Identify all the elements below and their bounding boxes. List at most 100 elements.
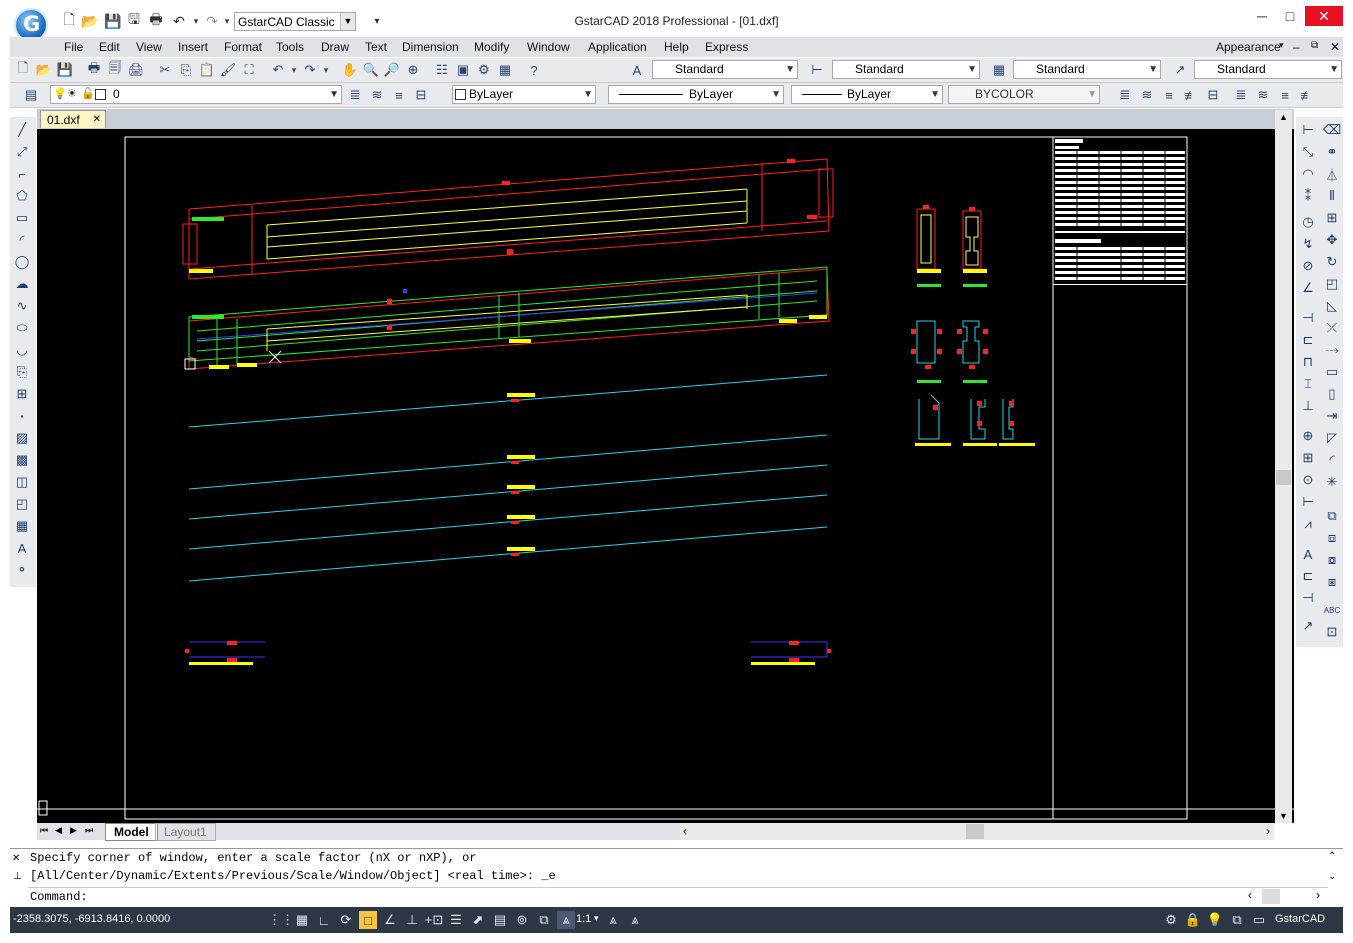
rotate-icon[interactable]: ↻: [1323, 253, 1341, 271]
add-selected-icon[interactable]: ⚬: [13, 561, 31, 579]
erase-icon[interactable]: ⌫: [1323, 121, 1341, 139]
scale-icon[interactable]: ◰: [1323, 275, 1341, 293]
leader-icon[interactable]: ↗: [1299, 617, 1317, 635]
text-style-select[interactable]: Standard ▼: [652, 60, 798, 79]
copy-icon[interactable]: ⎘: [177, 61, 195, 79]
menu-file[interactable]: File: [64, 40, 83, 54]
ellipse-icon[interactable]: ⬭: [13, 319, 31, 337]
last-layout-icon[interactable]: ⏭: [85, 825, 93, 836]
coordinates-display[interactable]: -2358.3075, -6913.8416, 0.0000: [13, 913, 170, 925]
layer-match-icon[interactable]: ≣: [1232, 86, 1250, 104]
layer-change-icon[interactable]: ≋: [1254, 86, 1272, 104]
spline-icon[interactable]: ∿: [13, 297, 31, 315]
menu-express[interactable]: Express: [705, 40, 748, 54]
dimension-text-edit-icon[interactable]: A: [1299, 545, 1317, 563]
stretch-icon[interactable]: ◺: [1323, 297, 1341, 315]
zoom-previous-icon[interactable]: ⊕: [404, 61, 422, 79]
annotation-scale-dropdown-icon[interactable]: ▾: [594, 913, 599, 924]
model-space-icon[interactable]: ⧉: [535, 911, 553, 929]
command-scroll-up-icon[interactable]: ⌃: [1328, 851, 1336, 862]
dim-style-select[interactable]: Standard ▼: [832, 60, 980, 79]
command-scroll-down-icon[interactable]: ⌄: [1328, 871, 1336, 882]
grid-display-icon[interactable]: ▦: [293, 911, 311, 929]
appearance-menu[interactable]: Appearance: [1216, 40, 1281, 54]
rectangle-icon[interactable]: ▭: [13, 209, 31, 227]
dimension-style-icon[interactable]: ⊣: [1299, 589, 1317, 607]
draw-order-icon[interactable]: ⧉: [1323, 507, 1341, 525]
clean-screen-icon[interactable]: ▭: [1250, 911, 1268, 929]
vertical-scrollbar[interactable]: ▲ ▼: [1275, 110, 1292, 823]
selection-cycling-icon[interactable]: ⊚: [513, 911, 531, 929]
help-icon[interactable]: ?: [525, 61, 543, 79]
first-layout-icon[interactable]: ⏮: [40, 825, 48, 836]
next-layout-icon[interactable]: ▶: [70, 825, 77, 836]
arc-icon[interactable]: ◜: [13, 231, 31, 249]
table-style-select[interactable]: Standard ▼: [1013, 60, 1161, 79]
scroll-right-icon[interactable]: ›: [1266, 824, 1270, 838]
annotation-scale-icon[interactable]: ⩓: [557, 911, 575, 929]
menu-edit[interactable]: Edit: [99, 40, 120, 54]
jogged-linear-icon[interactable]: ⊢: [1299, 493, 1317, 511]
object-snap-icon[interactable]: □: [359, 911, 377, 929]
transparency-icon[interactable]: ⬈: [469, 911, 487, 929]
layer-walk-icon[interactable]: ⊟: [412, 86, 430, 104]
horizontal-scroll-thumb[interactable]: [966, 824, 984, 839]
wipeout-icon[interactable]: ◰: [13, 495, 31, 513]
horizontal-scrollbar[interactable]: ‹ ›: [680, 823, 1274, 840]
menu-draw[interactable]: Draw: [321, 40, 349, 54]
region-icon[interactable]: ◫: [13, 473, 31, 491]
scroll-down-icon[interactable]: ▼: [1279, 811, 1288, 821]
color-select[interactable]: ByLayer ▼: [452, 85, 596, 104]
print-preview-icon[interactable]: 🗐: [106, 60, 124, 79]
paste-icon[interactable]: 📋: [198, 61, 216, 79]
menu-window[interactable]: Window: [527, 40, 570, 54]
print-icon[interactable]: 🖶: [85, 60, 103, 79]
workspace-settings-icon[interactable]: ⚙: [1162, 911, 1180, 929]
break-icon[interactable]: ▯: [1323, 385, 1341, 403]
quick-select-icon[interactable]: ⊡: [1323, 623, 1341, 641]
ortho-mode-icon[interactable]: ∟: [315, 911, 333, 929]
layer-lock-tool-icon[interactable]: ⊟: [1204, 86, 1222, 104]
gradient-icon[interactable]: ▩: [13, 451, 31, 469]
radius-icon[interactable]: ◷: [1299, 213, 1317, 231]
quick-properties-icon[interactable]: ▤: [491, 911, 509, 929]
cut-icon[interactable]: ✂: [156, 61, 174, 79]
menu-application[interactable]: Application: [588, 40, 647, 54]
layer-unisolate-icon[interactable]: ≋: [1138, 86, 1156, 104]
text-to-front-icon[interactable]: ⧆: [1323, 573, 1341, 591]
layer-merge-icon[interactable]: ≢: [1298, 86, 1316, 104]
ellipse-arc-icon[interactable]: ◡: [13, 341, 31, 359]
menu-tools[interactable]: Tools: [276, 40, 304, 54]
doc-restore-button[interactable]: ⧉: [1311, 40, 1318, 51]
multiline-text-icon[interactable]: A: [13, 539, 31, 557]
open-icon[interactable]: 📂: [35, 61, 53, 79]
make-current-layer-icon[interactable]: ≣: [346, 86, 364, 104]
menu-text[interactable]: Text: [365, 40, 387, 54]
dynamic-input-icon[interactable]: +⊡: [425, 911, 443, 929]
copy-icon[interactable]: ⚭: [1323, 143, 1341, 161]
close-button[interactable]: ✕: [1305, 6, 1343, 26]
point-icon[interactable]: ▪: [13, 407, 31, 425]
pan-icon[interactable]: ✋: [341, 61, 359, 79]
mirror-icon[interactable]: ⏃: [1323, 165, 1341, 183]
menu-insert[interactable]: Insert: [178, 40, 208, 54]
chamfer-icon[interactable]: ◸: [1323, 429, 1341, 447]
inspection-icon[interactable]: ⊙: [1299, 471, 1317, 489]
command-input[interactable]: [98, 888, 1248, 905]
undo-dropdown-icon[interactable]: ▾: [290, 61, 298, 79]
explode-icon[interactable]: ✳: [1323, 473, 1341, 491]
menu-format[interactable]: Format: [224, 40, 262, 54]
mleader-style-select[interactable]: Standard ▼: [1194, 60, 1342, 79]
center-mark-icon[interactable]: ⊞: [1299, 449, 1317, 467]
command-pin-icon[interactable]: ⊥: [13, 871, 22, 882]
auto-scale-icon[interactable]: ⩓: [626, 911, 644, 929]
drawing-canvas[interactable]: [37, 129, 1294, 823]
appearance-dropdown-icon[interactable]: ▾: [1279, 40, 1284, 51]
tab-layout1[interactable]: Layout1: [155, 823, 216, 841]
layer-properties-icon[interactable]: ▤: [22, 86, 40, 104]
hardware-acceleration-icon[interactable]: ⧉: [1228, 911, 1246, 929]
layer-freeze-tool-icon[interactable]: ≢: [1182, 86, 1200, 104]
zoom-window-icon[interactable]: 🔎: [383, 61, 401, 79]
dynamic-ucs-icon[interactable]: ⊥: [403, 911, 421, 929]
baseline-icon[interactable]: ⊏: [1299, 331, 1317, 349]
